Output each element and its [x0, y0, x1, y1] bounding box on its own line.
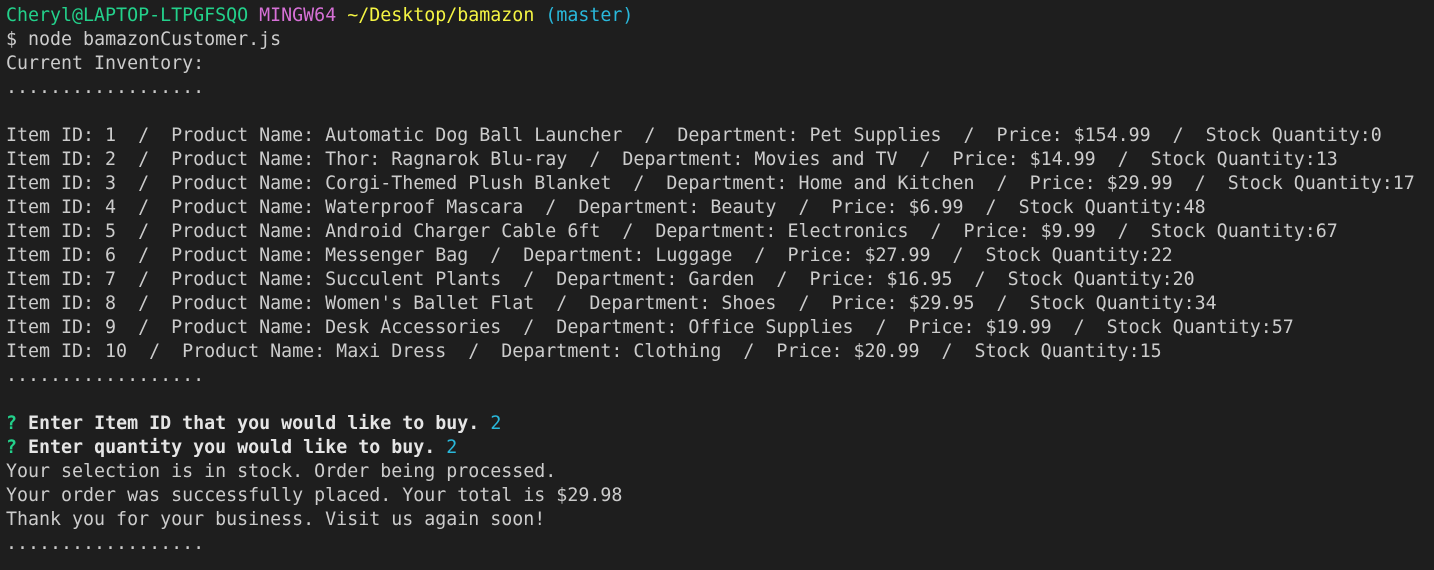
- inventory-row: Item ID: 3 / Product Name: Corgi-Themed …: [6, 173, 1415, 194]
- inventory-row: Item ID: 2 / Product Name: Thor: Ragnaro…: [6, 149, 1338, 170]
- command-line: $ node bamazonCustomer.js: [6, 28, 1434, 52]
- inventory-heading: Current Inventory:: [6, 53, 205, 74]
- answer-quantity: 2: [446, 437, 458, 458]
- inventory-row: Item ID: 4 / Product Name: Waterproof Ma…: [6, 197, 1206, 218]
- prompt-shell: MINGW64: [259, 5, 337, 26]
- inventory-row: Item ID: 1 / Product Name: Automatic Dog…: [6, 125, 1382, 146]
- inventory-row: Item ID: 7 / Product Name: Succulent Pla…: [6, 269, 1195, 290]
- question-quantity-text: Enter quantity you would like to buy.: [28, 437, 436, 458]
- message-thanks: Thank you for your business. Visit us ag…: [6, 509, 546, 530]
- divider-middle: ..................: [6, 365, 205, 386]
- inventory-row: Item ID: 6 / Product Name: Messenger Bag…: [6, 245, 1173, 266]
- divider-top: ..................: [6, 77, 205, 98]
- inventory-row: Item ID: 8 / Product Name: Women's Balle…: [6, 293, 1217, 314]
- terminal-window[interactable]: Cheryl@LAPTOP-LTPGFSQO MINGW64 ~/Desktop…: [0, 0, 1434, 570]
- prompt-line: Cheryl@LAPTOP-LTPGFSQO MINGW64 ~/Desktop…: [6, 4, 1434, 28]
- question-item-id: ? Enter Item ID that you would like to b…: [6, 412, 1434, 436]
- message-stock: Your selection is in stock. Order being …: [6, 461, 557, 482]
- message-order: Your order was successfully placed. Your…: [6, 485, 623, 506]
- prompt-symbol: $: [6, 29, 18, 50]
- inventory-row: Item ID: 5 / Product Name: Android Charg…: [6, 221, 1338, 242]
- inventory-row: Item ID: 10 / Product Name: Maxi Dress /…: [6, 341, 1162, 362]
- command-text: node bamazonCustomer.js: [28, 29, 282, 50]
- inventory-row: Item ID: 9 / Product Name: Desk Accessor…: [6, 317, 1294, 338]
- question-item-id-text: Enter Item ID that you would like to buy…: [28, 413, 480, 434]
- divider-bottom: ..................: [6, 533, 205, 554]
- prompt-user-host: Cheryl@LAPTOP-LTPGFSQO: [6, 5, 249, 26]
- question-mark-icon: ?: [6, 413, 18, 434]
- question-mark-icon: ?: [6, 437, 18, 458]
- answer-item-id: 2: [490, 413, 502, 434]
- question-quantity: ? Enter quantity you would like to buy. …: [6, 436, 1434, 460]
- prompt-branch: (master): [545, 5, 634, 26]
- prompt-path: ~/Desktop/bamazon: [347, 5, 535, 26]
